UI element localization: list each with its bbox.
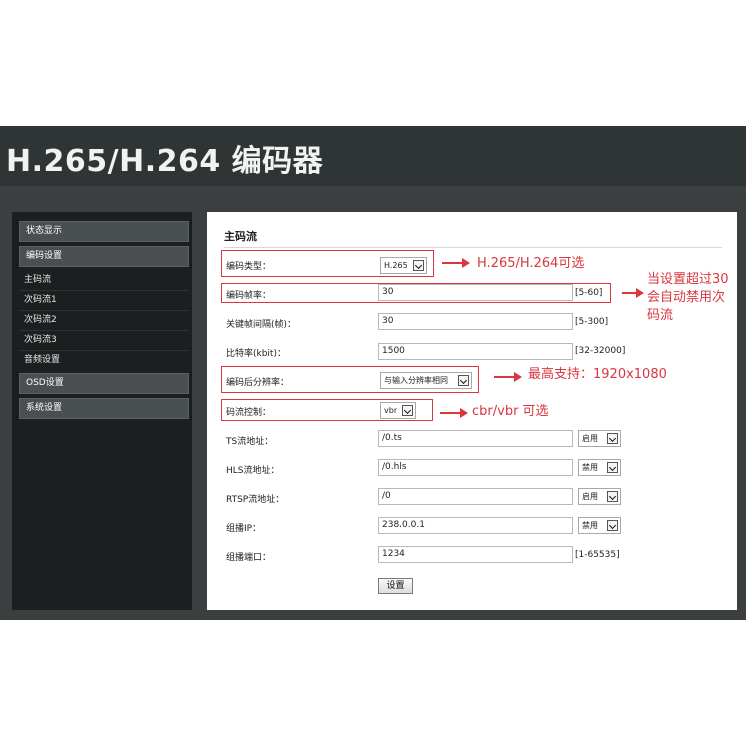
rtsp-url-input[interactable]: /0 <box>378 488 573 505</box>
resolution-arrow-icon <box>494 372 522 382</box>
multicast-ip-input[interactable]: 238.0.0.1 <box>378 517 573 534</box>
submit-button[interactable]: 设置 <box>378 578 413 594</box>
top-margin <box>0 0 746 126</box>
app-title: H.265/H.264 编码器 <box>6 144 324 179</box>
sidebar-item-audio[interactable]: 音频设置 <box>24 351 60 369</box>
keyframe-interval-label: 关键帧间隔(帧)： <box>226 320 297 330</box>
sidebar-item-system[interactable]: 系统设置 <box>19 398 189 419</box>
chevron-down-icon <box>607 433 618 444</box>
rate-control-annotation: cbr/vbr 可选 <box>472 404 549 419</box>
rtsp-toggle-value: 启用 <box>582 492 598 501</box>
framerate-highlight-box <box>221 283 611 303</box>
rtsp-url-label: RTSP流地址： <box>226 495 285 505</box>
app-header: H.265/H.264 编码器 <box>0 126 746 186</box>
chevron-down-icon <box>607 462 618 473</box>
framerate-arrow-icon <box>622 288 644 298</box>
hls-url-input[interactable]: /0.hls <box>378 459 573 476</box>
resolution-annotation: 最高支持：1920x1080 <box>528 367 667 382</box>
ts-url-label: TS流地址： <box>226 437 274 447</box>
codec-annotation: H.265/H.264可选 <box>477 256 585 271</box>
rate-control-arrow-icon <box>440 408 468 418</box>
chevron-down-icon <box>607 491 618 502</box>
framerate-annotation-line2: 会自动禁用次 <box>647 290 726 305</box>
keyframe-interval-input[interactable]: 30 <box>378 313 573 330</box>
sidebar-item-encode-settings[interactable]: 编码设置 <box>19 246 189 267</box>
sidebar-item-osd[interactable]: OSD设置 <box>19 373 189 394</box>
multicast-port-input[interactable]: 1234 <box>378 546 573 563</box>
sidebar: 状态显示 编码设置 主码流 次码流1 次码流2 次码流3 音频设置 OSD设置 … <box>12 212 192 610</box>
multicast-port-range: [1-65535] <box>575 550 620 560</box>
section-title: 主码流 <box>224 230 257 243</box>
codec-arrow-icon <box>442 258 470 268</box>
resolution-highlight-box <box>221 366 479 393</box>
sidebar-item-sub-stream-2[interactable]: 次码流2 <box>24 311 57 329</box>
sidebar-item-main-stream[interactable]: 主码流 <box>24 271 51 289</box>
sidebar-item-sub-stream-3[interactable]: 次码流3 <box>24 331 57 349</box>
multicast-ip-label: 组播IP： <box>226 524 262 534</box>
ts-toggle-value: 启用 <box>582 434 598 443</box>
sidebar-item-sub-stream-1[interactable]: 次码流1 <box>24 291 57 309</box>
multicast-toggle-value: 禁用 <box>582 521 598 530</box>
hls-toggle-value: 禁用 <box>582 463 598 472</box>
codec-highlight-box <box>221 250 434 277</box>
sidebar-item-status[interactable]: 状态显示 <box>19 221 189 242</box>
keyframe-interval-range: [5-300] <box>575 317 609 327</box>
hls-url-label: HLS流地址： <box>226 466 280 476</box>
bitrate-input[interactable]: 1500 <box>378 343 573 360</box>
rtsp-toggle-select[interactable]: 启用 <box>578 488 621 505</box>
rate-control-highlight-box <box>221 399 433 421</box>
framerate-annotation-line3: 码流 <box>647 308 674 323</box>
bitrate-label: 比特率(kbit)： <box>226 349 286 359</box>
chevron-down-icon <box>607 520 618 531</box>
multicast-port-label: 组播端口： <box>226 553 272 563</box>
hls-toggle-select[interactable]: 禁用 <box>578 459 621 476</box>
bitrate-range: [32-32000] <box>575 346 626 356</box>
ts-toggle-select[interactable]: 启用 <box>578 430 621 447</box>
framerate-annotation-line1: 当设置超过30 <box>647 272 729 287</box>
ts-url-input[interactable]: /0.ts <box>378 430 573 447</box>
section-divider <box>224 247 722 248</box>
multicast-toggle-select[interactable]: 禁用 <box>578 517 621 534</box>
